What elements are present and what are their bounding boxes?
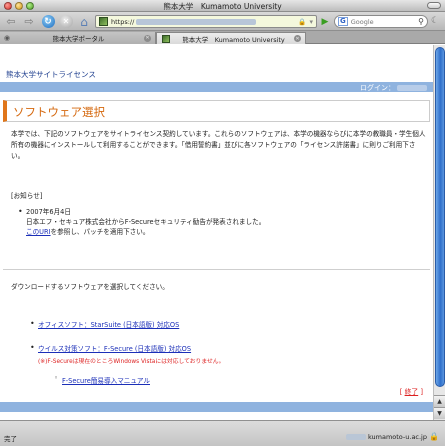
vista-warning: (※)F-Secureは現在のところWindows Vistaには対応しておりま… [38,359,225,365]
notice-date: 2007年6月4日 [26,208,71,216]
search-bar[interactable]: G Google ⚲ [334,15,428,28]
lock-icon[interactable]: 🔒 [429,432,439,441]
list-item: • 2007年6月4日 日本エフ・セキュア株式会社からF-Secureセキュリテ… [18,207,416,237]
intro-text: 本学では、下記のソフトウェアをサイトライセンス契約しています。これらのソフトウェ… [11,130,426,160]
download-list: • オフィスソフト：StarSuite (日本語版) 対応OS • ウイルス対策… [30,319,418,355]
list-item: ◦ F-Secure簡易導入マニュアル [54,374,150,385]
notice-uri-link[interactable]: このURI [26,228,51,236]
logout-link[interactable]: 終了 [405,388,419,396]
login-status: ログイン： [360,83,427,93]
tab-label: 熊本大学ポータル [52,35,105,43]
stop-icon: ✕ [59,15,73,28]
fsecure-download-link[interactable]: ウイルス対策ソフト：F-Secure (日本語版) 対応OS [38,345,191,353]
domain-redacted [345,434,366,440]
search-engine-icon[interactable]: G [338,17,348,26]
search-input[interactable]: Google [351,18,415,26]
toolbar-overflow-icon[interactable]: ☾ [431,16,439,26]
username-redacted [397,85,427,91]
bullet-icon: • [30,319,35,328]
notice-heading: [お知らせ] [11,192,43,200]
play-arrow-icon: ▶ [321,16,329,27]
window-title: 熊本大学 Kumamoto University [163,2,282,11]
lock-icon: 🔒 [298,17,307,26]
fsecure-manual-link[interactable]: F-Secure簡易導入マニュアル [62,377,150,385]
back-arrow-icon: ⇦ [6,15,16,28]
page-title: ソフトウェア選択 [13,105,105,119]
site-name: 熊本大学サイトライセンス [6,70,96,79]
notice-text: 日本エフ・セキュア株式会社からF-Secureセキュリティ勧告が発表されました。 [26,218,266,226]
forward-button[interactable]: ⇨ [22,15,36,28]
navigation-toolbar: ⇦ ⇨ ↻ ✕ ⌂ https:// 🔒 ▾ ▶ G Google ⚲ ☾ [0,12,445,31]
notice-text: このURIを参照し、パッチを適用下さい。 [26,228,150,236]
tab-close-icon[interactable]: ✕ [294,35,301,42]
footer-bar [0,402,433,412]
logout-area: [ 終了 ] [399,388,423,396]
go-button[interactable]: ▶ [320,16,330,27]
bullet-icon: • [30,343,35,352]
forward-arrow-icon: ⇨ [24,15,34,28]
status-domain: kumamoto-u.ac.jp [345,433,427,441]
tab-close-icon[interactable]: ✕ [144,34,151,42]
dropdown-arrow-icon[interactable]: ▾ [309,18,313,26]
vertical-scrollbar[interactable]: ▲ ▼ [433,45,445,420]
search-icon[interactable]: ⚲ [418,17,424,26]
reload-icon: ↻ [41,15,55,28]
scrollbar-thumb[interactable] [435,47,445,387]
list-item: • ウイルス対策ソフト：F-Secure (日本語版) 対応OS [30,343,418,355]
scroll-down-button[interactable]: ▼ [434,407,445,419]
arrow-up-icon: ▲ [437,398,442,405]
status-bar: 完了 kumamoto-u.ac.jp 🔒 [0,420,445,446]
home-icon: ⌂ [80,14,88,29]
site-favicon-icon [99,17,108,26]
section-divider [3,269,430,270]
back-button[interactable]: ⇦ [4,15,18,28]
bullet-icon: ◦ [54,374,59,382]
starsuite-download-link[interactable]: オフィスソフト：StarSuite (日本語版) 対応OS [38,321,179,329]
url-bar[interactable]: https:// 🔒 ▾ [95,15,317,28]
page-content: 熊本大学サイトライセンス ログイン： ソフトウェア選択 本学では、下記のソフトウ… [0,45,433,420]
url-text: https:// [111,18,295,26]
tab-kumamoto-university[interactable]: 熊本大学 Kumamoto University ✕ [156,32,306,44]
scroll-up-button[interactable]: ▲ [434,395,445,407]
site-favicon-icon [162,34,170,43]
window-titlebar: 熊本大学 Kumamoto University [0,0,445,12]
arrow-down-icon: ▼ [437,410,442,417]
select-prompt: ダウンロードするソフトウェアを選択してください。 [11,283,169,291]
tab-label: 熊本大学 Kumamoto University [182,35,285,44]
notice-list: • 2007年6月4日 日本エフ・セキュア株式会社からF-Secureセキュリテ… [18,207,416,237]
stop-button[interactable]: ✕ [59,15,73,28]
status-text: 完了 [4,435,17,443]
reload-button[interactable]: ↻ [41,15,55,28]
tab-bar: ◉ 熊本大学ポータル ✕ 熊本大学 Kumamoto University ✕ [0,31,445,44]
bullet-icon: • [18,207,23,216]
url-redacted [136,18,257,25]
list-item: • オフィスソフト：StarSuite (日本語版) 対応OS [30,319,418,331]
tab-portal[interactable]: ◉ 熊本大学ポータル ✕ [0,32,156,44]
login-bar: ログイン： [0,82,433,92]
home-button[interactable]: ⌂ [77,14,91,29]
loading-icon: ◉ [4,34,11,42]
toolbar-toggle-button[interactable] [427,2,441,9]
page-heading-box: ソフトウェア選択 [3,100,430,122]
